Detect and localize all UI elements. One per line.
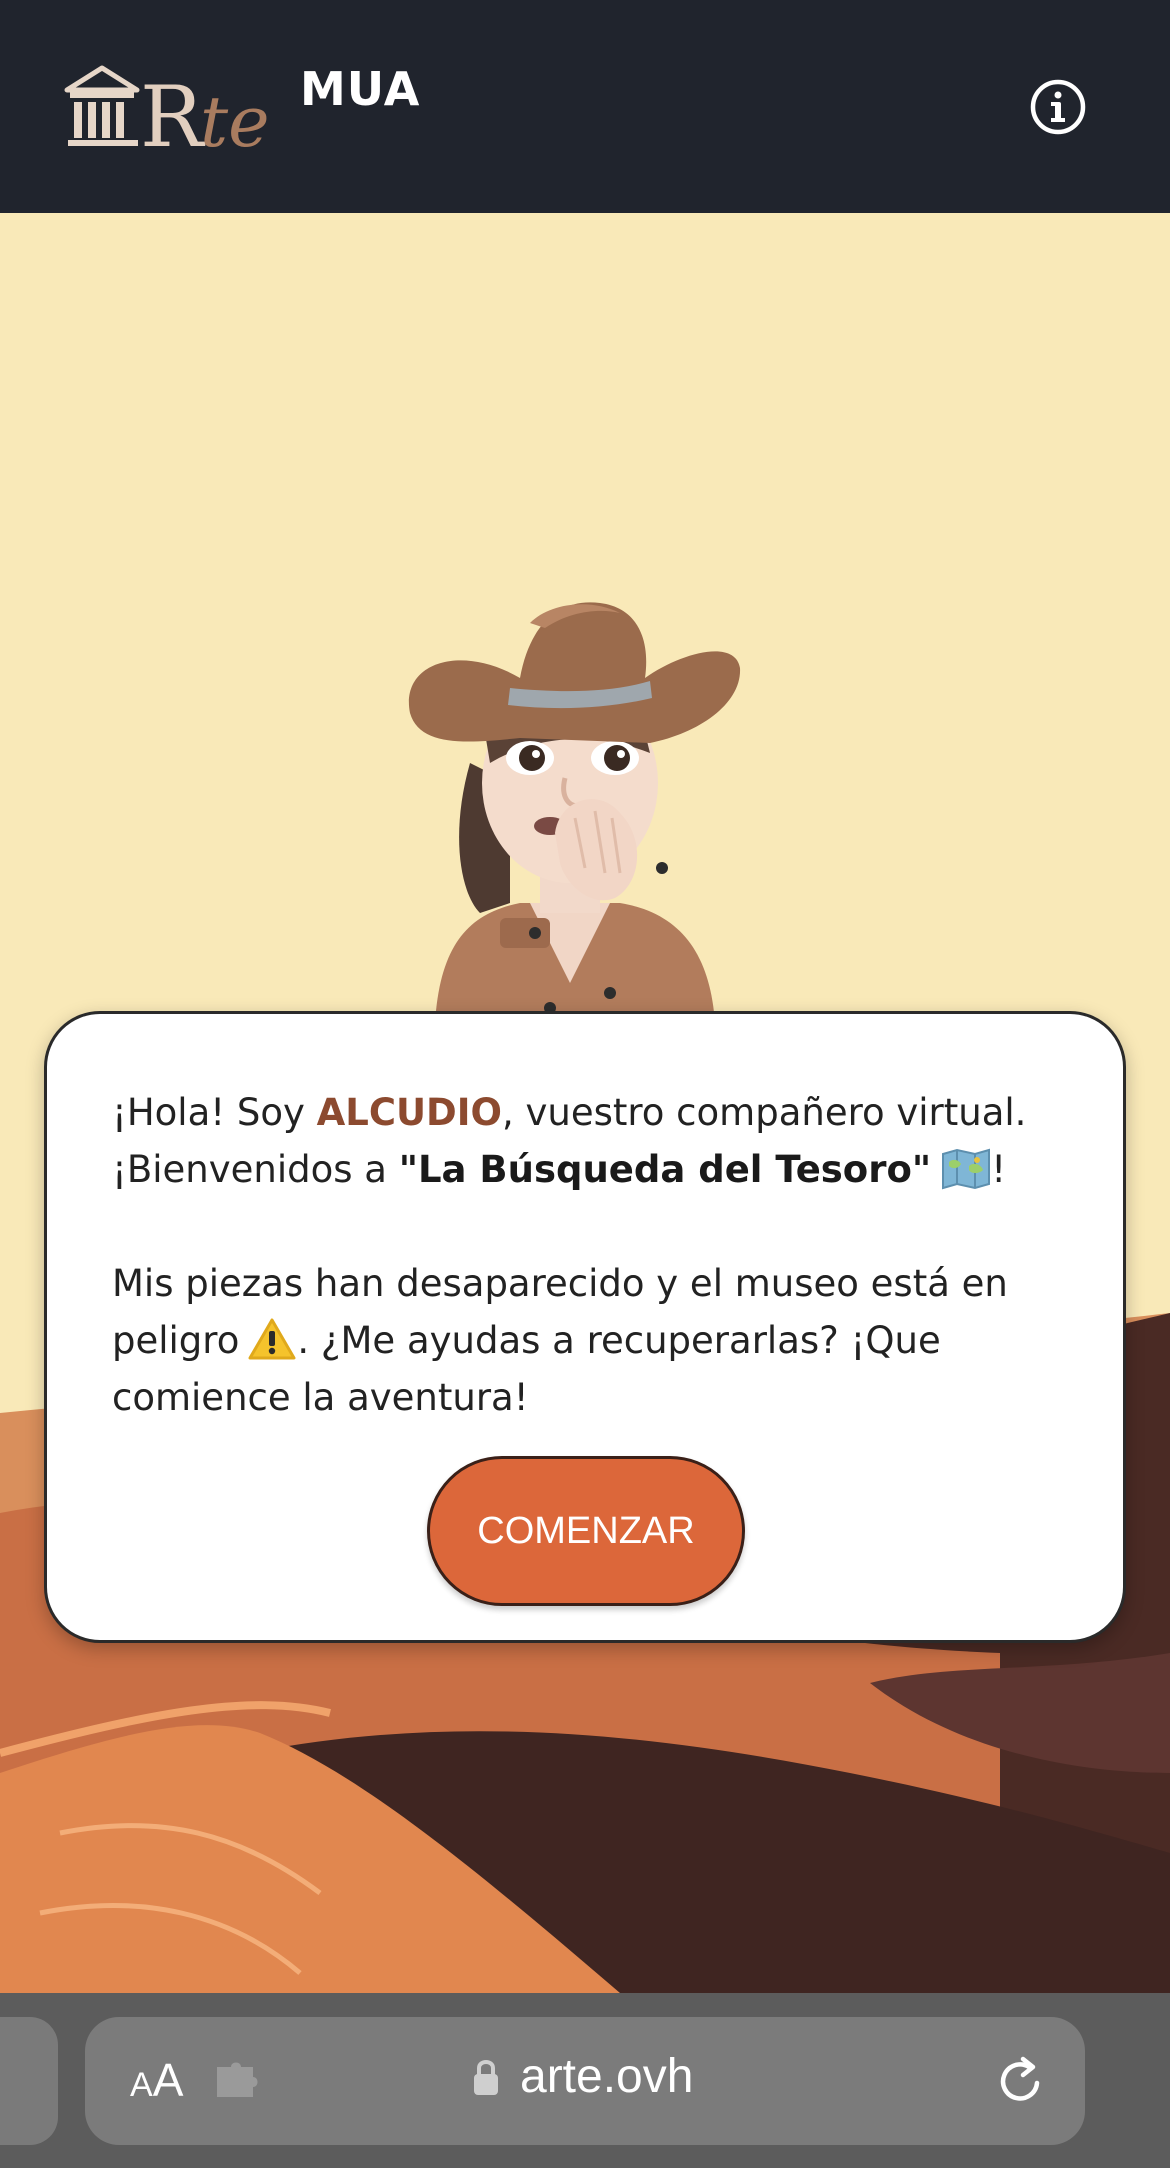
- welcome-paragraph-2: Mis piezas han desaparecido y el museo e…: [112, 1255, 1072, 1426]
- start-button[interactable]: COMENZAR: [427, 1456, 745, 1606]
- exclamation-text: !: [991, 1148, 1007, 1191]
- museum-building-icon: R te: [64, 65, 270, 166]
- info-button[interactable]: [1029, 78, 1087, 136]
- app-logo[interactable]: R te: [64, 62, 284, 166]
- app-header: R te MUA: [0, 0, 1170, 213]
- page-format-button[interactable]: AA: [130, 2053, 183, 2107]
- game-title: "La Búsqueda del Tesoro": [398, 1148, 932, 1191]
- welcome-dialog: ¡Hola! Soy ALCUDIO, vuestro compañero vi…: [44, 1011, 1126, 1643]
- lock-icon: [474, 2060, 498, 2095]
- format-big-a: A: [152, 2054, 184, 2106]
- puzzle-piece-icon[interactable]: [213, 2061, 265, 2101]
- previous-tab-preview[interactable]: [0, 2017, 58, 2145]
- character-name: ALCUDIO: [316, 1091, 502, 1134]
- world-map-emoji: [941, 1148, 991, 1190]
- welcome-paragraph-1: ¡Hola! Soy ALCUDIO, vuestro compañero vi…: [112, 1084, 1072, 1198]
- logo-letter-r: R: [140, 68, 206, 152]
- app-title: MUA: [300, 62, 421, 116]
- greeting-text: ¡Hola! Soy: [112, 1091, 317, 1134]
- alcudio-character: [408, 602, 741, 1023]
- logo-letters-te: te: [200, 81, 270, 152]
- address-bar[interactable]: AA arte.ovh: [85, 2017, 1085, 2145]
- url-text: arte.ovh: [520, 2050, 694, 2103]
- format-small-a: A: [130, 2066, 153, 2104]
- browser-toolbar: AA arte.ovh: [0, 1993, 1170, 2168]
- info-icon: [1030, 79, 1086, 135]
- welcome-message: ¡Hola! Soy ALCUDIO, vuestro compañero vi…: [112, 1084, 1072, 1426]
- warning-emoji: [247, 1317, 297, 1361]
- reload-icon[interactable]: [993, 2053, 1049, 2109]
